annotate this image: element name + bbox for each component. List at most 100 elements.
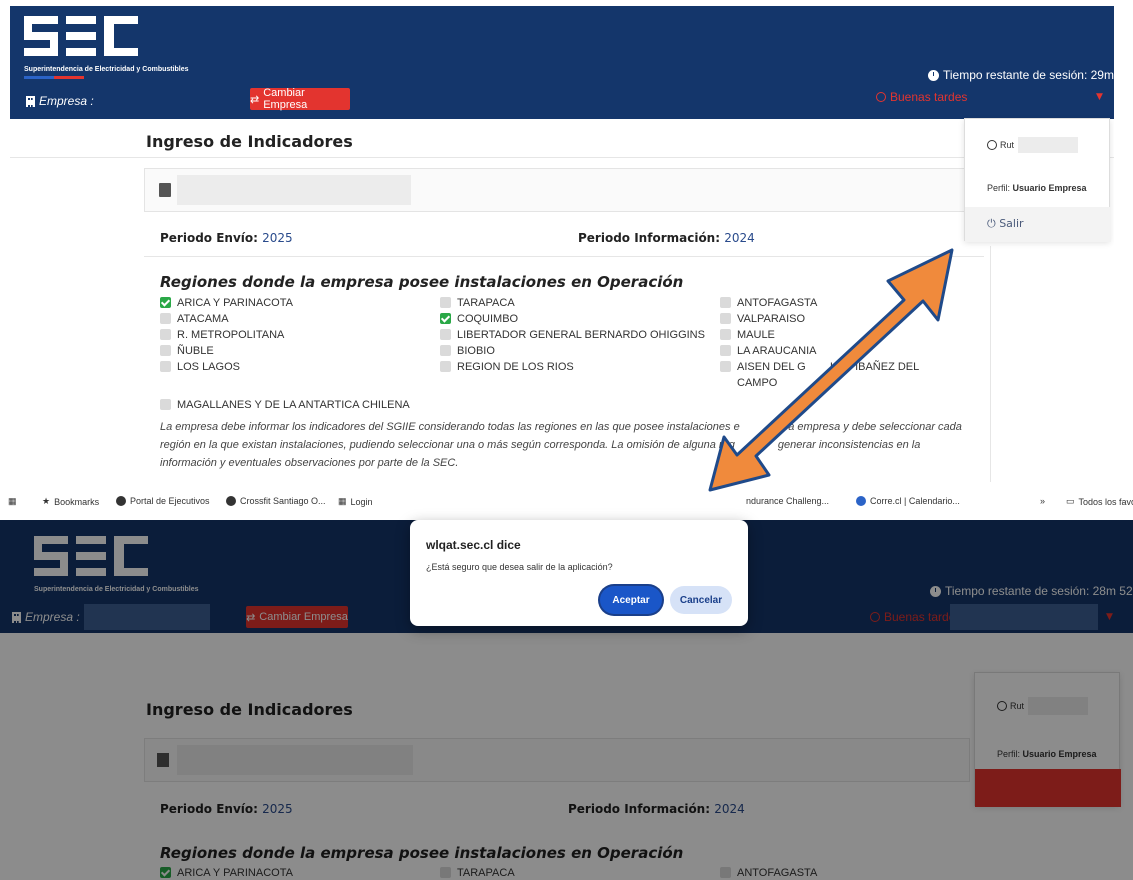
bookmark-label: Todos los favor (1078, 496, 1133, 507)
checkbox[interactable] (440, 329, 451, 340)
region-label: COQUIMBO (457, 313, 519, 325)
region-checkbox[interactable]: VALPARAISO (720, 312, 805, 326)
note-text: La empresa debe informar los indicadores… (160, 421, 740, 433)
region-label: LIBERTADOR GENERAL BERNARDO OHIGGINS (457, 329, 705, 341)
checkbox-checked[interactable] (440, 313, 451, 324)
apps-icon[interactable]: ▦ (8, 496, 17, 507)
user-menu-trigger[interactable]: Buenas tardes (876, 90, 967, 104)
bookmark-portal[interactable]: Portal de Ejecutivos (116, 496, 210, 506)
checkbox[interactable] (160, 313, 171, 324)
periodo-informacion: Periodo Información: 2024 (578, 231, 755, 245)
checkbox[interactable] (160, 329, 171, 340)
user-icon (987, 140, 997, 150)
note-text: generar inconsistencias en la (777, 439, 921, 451)
empresa-text: Empresa : (39, 94, 94, 108)
screenshot-top: Superintendencia de Electricidad y Combu… (10, 6, 1114, 482)
region-label: VALPARAISO (737, 313, 806, 325)
chevron-down-icon[interactable]: ▼ (1096, 92, 1103, 102)
region-checkbox[interactable]: LOS LAGOS (160, 360, 240, 374)
note-text: ca empresa y debe seleccionar cada (782, 421, 962, 433)
perfil-row: Perfil: Usuario Empresa (987, 183, 1087, 193)
checkbox[interactable] (160, 399, 171, 410)
accept-button[interactable]: Aceptar (600, 586, 662, 614)
cambiar-empresa-button[interactable]: ⇄ Cambiar Empresa (250, 87, 350, 111)
dialog-title: wlqat.sec.cl dice (426, 538, 521, 552)
divider (10, 157, 1114, 158)
region-checkbox[interactable]: MAULE (720, 328, 775, 342)
building-icon (159, 183, 171, 197)
region-checkbox[interactable]: BIOBIO (440, 344, 495, 358)
bookmark-label: Portal de Ejecutivos (130, 496, 210, 506)
note-line: La empresa debe informar los indicadores… (160, 418, 990, 436)
power-icon: ⏻ (987, 217, 996, 230)
region-label-partial: LOS IBAÑEZ DEL (830, 360, 919, 374)
company-name-redacted (177, 175, 411, 205)
cancel-button[interactable]: Cancelar (670, 586, 732, 614)
region-label-wrap: CAMPO (737, 376, 777, 390)
region-label: LOS IBAÑEZ DEL (830, 361, 920, 373)
checkbox[interactable] (720, 345, 731, 356)
checkbox[interactable] (160, 345, 171, 356)
checkbox[interactable] (440, 297, 451, 308)
all-bookmarks[interactable]: ▭ Todos los favor (1066, 496, 1133, 507)
region-checkbox[interactable]: COQUIMBO (440, 312, 518, 326)
sec-logo-mark (24, 16, 138, 56)
bookmarks-label: Bookmarks (54, 496, 100, 507)
region-checkbox[interactable]: REGION DE LOS RIOS (440, 360, 574, 374)
region-checkbox[interactable]: ATACAMA (160, 312, 229, 326)
region-checkbox[interactable]: TARAPACA (440, 296, 515, 310)
side-divider (990, 246, 991, 482)
periodo-info-value: 2024 (724, 231, 755, 245)
region-checkbox[interactable]: LA ARAUCANIA (720, 344, 816, 358)
sec-logo[interactable]: Superintendencia de Electricidad y Combu… (24, 14, 189, 79)
greeting-text: Buenas tardes (890, 90, 968, 104)
checkbox[interactable] (720, 329, 731, 340)
session-text: Tiempo restante de sesión: 29m 2s (943, 68, 1114, 82)
region-label: CAMPO (737, 377, 778, 389)
bookmark-endurance[interactable]: ndurance Challeng... (746, 496, 829, 506)
region-label: R. METROPOLITANA (177, 329, 285, 341)
periodo-info-label: Periodo Información: (578, 231, 721, 245)
note-line: información y eventuales observaciones p… (160, 454, 990, 472)
checkbox[interactable] (720, 297, 731, 308)
region-label: MAGALLANES Y DE LA ANTARTICA CHILENA (177, 399, 410, 411)
app-header: Superintendencia de Electricidad y Combu… (10, 6, 1114, 119)
checkbox[interactable] (160, 361, 171, 372)
region-checkbox[interactable]: LIBERTADOR GENERAL BERNARDO OHIGGINS (440, 328, 705, 342)
bookmark-login[interactable]: ▦ Login (338, 496, 373, 507)
checkbox[interactable] (720, 313, 731, 324)
region-checkbox[interactable]: R. METROPOLITANA (160, 328, 284, 342)
checkbox[interactable] (440, 345, 451, 356)
bookmark-label: Crossfit Santiago O... (240, 496, 326, 506)
region-checkbox[interactable]: MAGALLANES Y DE LA ANTARTICA CHILENA (160, 398, 410, 412)
periodo-envio-label: Periodo Envío: (160, 231, 258, 245)
rut-label: Rut (1000, 140, 1015, 150)
bookmark-label: Login (350, 496, 373, 507)
region-label: ÑUBLE (177, 345, 214, 357)
cambiar-empresa-label: Cambiar Empresa (263, 87, 308, 111)
checkbox[interactable] (440, 361, 451, 372)
bookmarks-item[interactable]: ★ Bookmarks (42, 496, 99, 507)
more-bookmarks[interactable]: » (1040, 496, 1045, 506)
periodo-envio: Periodo Envío: 2025 (160, 231, 293, 245)
bookmark-correcl[interactable]: Corre.cl | Calendario... (856, 496, 960, 506)
region-checkbox[interactable]: ANTOFAGASTA (720, 296, 817, 310)
divider (144, 256, 984, 257)
building-icon (26, 95, 35, 107)
region-checkbox[interactable]: ARICA Y PARINACOTA (160, 296, 293, 310)
region-checkbox[interactable]: AISEN DEL G (720, 360, 806, 374)
checkbox-checked[interactable] (160, 297, 171, 308)
note-line: región en la que existan instalaciones, … (160, 436, 990, 454)
swap-icon: ⇄ (250, 93, 260, 106)
correcl-icon (856, 496, 866, 506)
crossfit-icon (226, 496, 236, 506)
bookmark-crossfit[interactable]: Crossfit Santiago O... (226, 496, 326, 506)
region-checkbox[interactable]: ÑUBLE (160, 344, 214, 358)
perfil-value: Usuario Empresa (1012, 183, 1087, 193)
checkbox[interactable] (720, 361, 731, 372)
region-label: LOS LAGOS (177, 361, 240, 373)
salir-button[interactable]: ⏻ Salir (965, 207, 1111, 242)
region-label: ARICA Y PARINACOTA (177, 297, 293, 309)
company-card (144, 168, 984, 212)
page-title: Ingreso de Indicadores (146, 132, 353, 151)
